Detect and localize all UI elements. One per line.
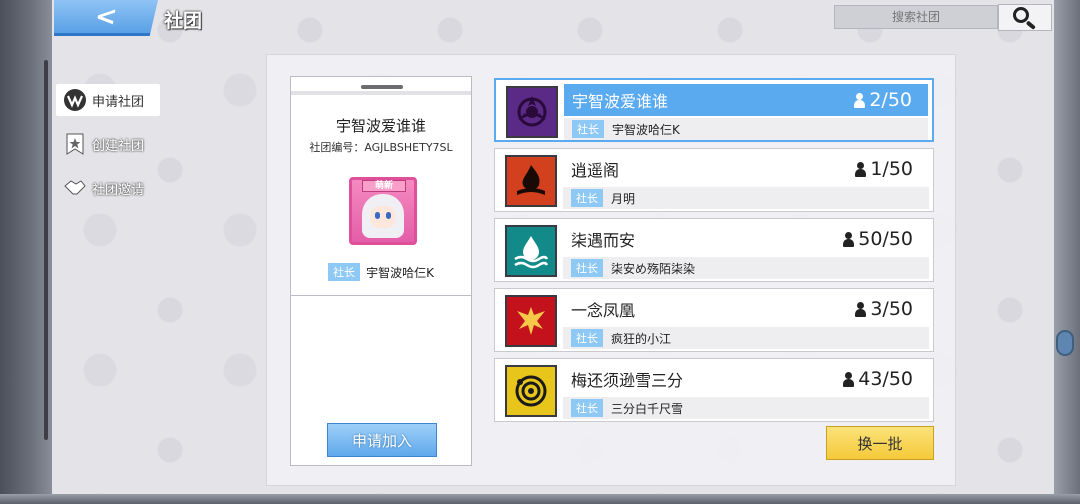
member-count: 43/50 <box>843 368 913 390</box>
sidebar-item-create[interactable]: 创建社团 <box>56 128 160 160</box>
sidebar-item-label: 申请社团 <box>92 94 145 110</box>
apply-join-button[interactable]: 申请加入 <box>327 423 437 457</box>
right-frame <box>1054 0 1080 504</box>
club-card[interactable]: 一念凤凰 3/50 社长 疯狂的小江 <box>494 288 934 352</box>
person-icon <box>843 371 855 387</box>
chevron-left-icon: < <box>92 1 120 32</box>
club-name: 逍遥阁 <box>571 161 620 180</box>
sidebar-item-apply[interactable]: 申请社团 <box>56 84 160 116</box>
leader-tag: 社长 <box>571 399 603 417</box>
page-title: 社团 <box>164 10 203 32</box>
person-icon <box>855 301 867 317</box>
club-name: 梅还须逊雪三分 <box>571 371 684 390</box>
leader-tag: 社长 <box>328 263 361 281</box>
leader-tag: 社长 <box>571 259 603 277</box>
sidebar-item-label: 社团邀请 <box>92 182 145 198</box>
refresh-batch-button[interactable]: 换一批 <box>826 426 934 460</box>
grip-handle <box>361 85 403 89</box>
phoenix-emblem-icon <box>505 295 557 347</box>
detail-club-name: 宇智波爱谁谁 <box>335 117 426 135</box>
side-handle-icon[interactable] <box>1056 330 1074 356</box>
person-icon <box>855 161 867 177</box>
club-name: 一念凤凰 <box>571 301 636 320</box>
back-button[interactable]: < <box>54 0 158 36</box>
search-button[interactable] <box>998 4 1052 31</box>
club-card[interactable]: 梅还须逊雪三分 43/50 社长 三分白千尺雪 <box>494 358 934 422</box>
sharingan-emblem-icon <box>506 86 558 138</box>
leader-tag: 社长 <box>572 120 604 138</box>
flame-emblem-icon <box>505 155 557 207</box>
member-count: 3/50 <box>855 298 913 320</box>
club-list: 宇智波爱谁谁 2/50 社长 宇智波哈仨K 逍遥阁 1/50 社长 月明 柒遇而… <box>494 78 934 428</box>
club-card[interactable]: 逍遥阁 1/50 社长 月明 <box>494 148 934 212</box>
leader-name: 柒安め殇陌柒染 <box>611 261 696 276</box>
avatar-badge: 萌新 <box>362 180 406 192</box>
sidebar: 申请社团 创建社团 社团邀请 <box>56 84 160 216</box>
left-frame <box>0 0 52 504</box>
detail-leader-row: 社长 宇智波哈仨K <box>291 263 471 281</box>
club-card[interactable]: 宇智波爱谁谁 2/50 社长 宇智波哈仨K <box>494 78 934 142</box>
detail-club-code: 社团编号：AGJLBSHETY7SL <box>309 141 453 154</box>
sidebar-item-label: 创建社团 <box>92 138 145 154</box>
leader-tag: 社长 <box>571 189 603 207</box>
invite-handshake-icon <box>62 175 88 201</box>
search-box[interactable] <box>834 5 998 29</box>
club-detail-card: 宇智波爱谁谁 社团编号：AGJLBSHETY7SL 萌新 社长 宇智波哈仨K 申… <box>290 76 472 466</box>
leader-name: 三分白千尺雪 <box>611 401 684 416</box>
person-icon <box>854 92 866 108</box>
avatar: 萌新 <box>349 177 417 245</box>
person-icon <box>843 231 855 247</box>
member-count: 1/50 <box>855 158 913 180</box>
club-name: 柒遇而安 <box>571 231 636 250</box>
water-emblem-icon <box>505 225 557 277</box>
search-input[interactable] <box>835 10 997 24</box>
leader-name: 月明 <box>611 191 636 206</box>
leader-name: 宇智波哈仨K <box>366 265 434 280</box>
club-name: 宇智波爱谁谁 <box>572 92 669 111</box>
orbit-emblem-icon <box>505 365 557 417</box>
leader-tag: 社长 <box>571 329 603 347</box>
member-count: 2/50 <box>854 89 912 111</box>
sidebar-item-invite[interactable]: 社团邀请 <box>56 172 160 204</box>
club-card[interactable]: 柒遇而安 50/50 社长 柒安め殇陌柒染 <box>494 218 934 282</box>
apply-club-icon <box>62 87 88 113</box>
leader-name: 疯狂的小江 <box>611 331 672 346</box>
create-club-icon <box>62 131 88 157</box>
member-count: 50/50 <box>843 228 913 250</box>
search-icon <box>1013 6 1037 30</box>
leader-name: 宇智波哈仨K <box>612 122 680 137</box>
bottom-frame <box>0 494 1080 504</box>
